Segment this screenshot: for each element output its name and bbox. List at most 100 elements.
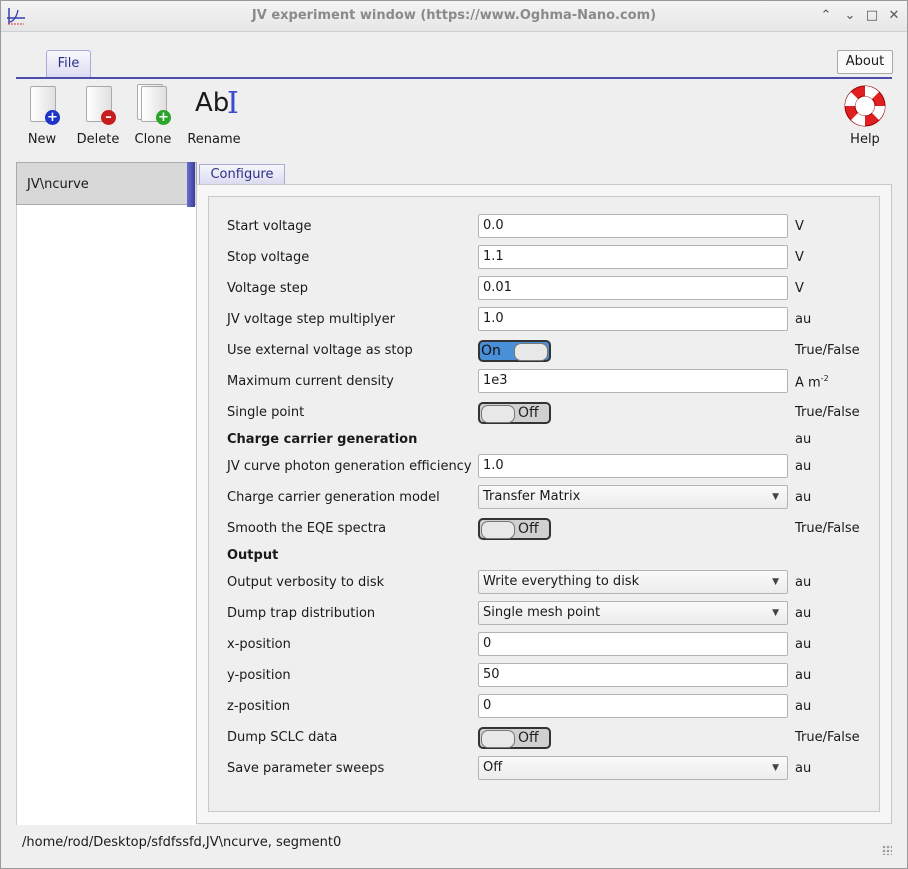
save-sweeps-label: Save parameter sweeps (227, 761, 385, 776)
voltage-step-input[interactable]: 0.01 (478, 276, 788, 300)
gen-model-select[interactable]: Transfer Matrix ▼ (478, 485, 788, 509)
clone-label: Clone (134, 132, 172, 147)
voltage-step-unit: V (795, 281, 804, 296)
dropdown-arrow-icon: ▼ (772, 608, 779, 618)
external-voltage-label: Use external voltage as stop (227, 343, 413, 358)
gen-model-value: Transfer Matrix (483, 489, 581, 504)
charge-carrier-generation-heading: Charge carrier generation (227, 432, 418, 447)
sidebar-list (16, 205, 197, 825)
dump-sclc-label: Dump SCLC data (227, 730, 338, 745)
delete-file-icon: – (78, 84, 118, 128)
z-position-input[interactable]: 0 (478, 694, 788, 718)
smooth-eqe-label: Smooth the EQE spectra (227, 521, 387, 536)
smooth-eqe-toggle-text: Off (518, 521, 539, 537)
title-bar: JV experiment window (https://www.Oghma-… (1, 1, 907, 32)
save-sweeps-value: Off (483, 760, 503, 775)
single-point-toggle-text: Off (518, 405, 539, 421)
window-title: JV experiment window (https://www.Oghma-… (251, 8, 657, 23)
dump-trap-select[interactable]: Single mesh point ▼ (478, 601, 788, 625)
rename-icon: Ab I (195, 86, 239, 121)
lifebuoy-icon (844, 85, 886, 127)
minimize-icon[interactable]: ⌄ (841, 7, 859, 25)
single-point-toggle[interactable]: Off (478, 402, 551, 424)
single-point-unit: True/False (795, 405, 860, 420)
voltage-step-label: Voltage step (227, 281, 309, 296)
help-button[interactable]: Help (842, 84, 888, 147)
toggle-knob (514, 343, 548, 361)
delete-button[interactable]: – Delete (76, 84, 120, 147)
single-point-label: Single point (227, 405, 305, 420)
step-multiplyer-unit: au (795, 312, 812, 327)
photon-eff-unit: au (795, 459, 812, 474)
save-sweeps-select[interactable]: Off ▼ (478, 756, 788, 780)
z-position-label: z-position (227, 699, 291, 714)
dropdown-arrow-icon: ▼ (772, 492, 779, 502)
smooth-eqe-unit: True/False (795, 521, 860, 536)
dropdown-arrow-icon: ▼ (772, 763, 779, 773)
dump-sclc-toggle-text: Off (518, 730, 539, 746)
tab-configure[interactable]: Configure (199, 164, 285, 186)
toggle-knob (481, 405, 515, 423)
about-button[interactable]: About (837, 50, 893, 74)
close-icon[interactable]: ✕ (885, 7, 903, 25)
max-current-input[interactable]: 1e3 (478, 369, 788, 393)
clone-button[interactable]: + Clone (133, 84, 173, 147)
external-voltage-unit: True/False (795, 343, 860, 358)
new-file-icon: + (22, 84, 62, 128)
new-label: New (27, 132, 57, 147)
x-position-input[interactable]: 0 (478, 632, 788, 656)
save-sweeps-unit: au (795, 761, 812, 776)
y-position-unit: au (795, 668, 812, 683)
dump-trap-value: Single mesh point (483, 605, 601, 620)
delete-label: Delete (76, 132, 120, 147)
rename-label: Rename (187, 132, 241, 147)
new-button[interactable]: + New (22, 84, 62, 147)
sidebar-item-jv-curve[interactable]: JV\ncurve (16, 162, 197, 205)
step-multiplyer-label: JV voltage step multiplyer (227, 312, 395, 327)
resize-grip-icon[interactable] (882, 845, 892, 855)
start-voltage-label: Start voltage (227, 219, 312, 234)
menu-tab-bar: File (16, 50, 892, 79)
verbosity-label: Output verbosity to disk (227, 575, 385, 590)
x-position-unit: au (795, 637, 812, 652)
max-current-label: Maximum current density (227, 374, 394, 389)
tab-file[interactable]: File (46, 50, 91, 77)
toggle-knob (481, 521, 515, 539)
verbosity-value: Write everything to disk (483, 574, 640, 589)
gen-model-unit: au (795, 490, 812, 505)
clone-file-icon: + (133, 84, 173, 128)
gen-model-label: Charge carrier generation model (227, 490, 440, 505)
rename-button[interactable]: Ab I Rename (186, 84, 242, 147)
x-position-label: x-position (227, 637, 291, 652)
dump-sclc-toggle[interactable]: Off (478, 727, 551, 749)
stop-voltage-label: Stop voltage (227, 250, 310, 265)
toggle-knob (481, 730, 515, 748)
help-label: Help (850, 132, 880, 147)
dropdown-arrow-icon: ▼ (772, 577, 779, 587)
verbosity-unit: au (795, 575, 812, 590)
verbosity-select[interactable]: Write everything to disk ▼ (478, 570, 788, 594)
status-bar-path: /home/rod/Desktop/sfdfssfd,JV\ncurve, se… (22, 835, 342, 850)
y-position-input[interactable]: 50 (478, 663, 788, 687)
maximize-icon[interactable]: □ (863, 7, 881, 25)
minimize-up-icon[interactable]: ⌃ (817, 7, 835, 25)
dump-sclc-unit: True/False (795, 730, 860, 745)
dump-trap-label: Dump trap distribution (227, 606, 376, 621)
external-voltage-toggle[interactable]: On (478, 340, 551, 362)
y-position-label: y-position (227, 668, 291, 683)
sidebar-selection-accent (187, 162, 195, 207)
z-position-unit: au (795, 699, 812, 714)
output-heading: Output (227, 548, 279, 563)
dump-trap-unit: au (795, 606, 812, 621)
max-current-unit: A m-2 (795, 374, 829, 391)
start-voltage-input[interactable]: 0.0 (478, 214, 788, 238)
charge-carrier-generation-unit: au (795, 432, 812, 447)
smooth-eqe-toggle[interactable]: Off (478, 518, 551, 540)
step-multiplyer-input[interactable]: 1.0 (478, 307, 788, 331)
photon-eff-label: JV curve photon generation efficiency (227, 459, 472, 474)
start-voltage-unit: V (795, 219, 804, 234)
photon-eff-input[interactable]: 1.0 (478, 454, 788, 478)
stop-voltage-unit: V (795, 250, 804, 265)
stop-voltage-input[interactable]: 1.1 (478, 245, 788, 269)
external-voltage-toggle-text: On (481, 343, 501, 359)
